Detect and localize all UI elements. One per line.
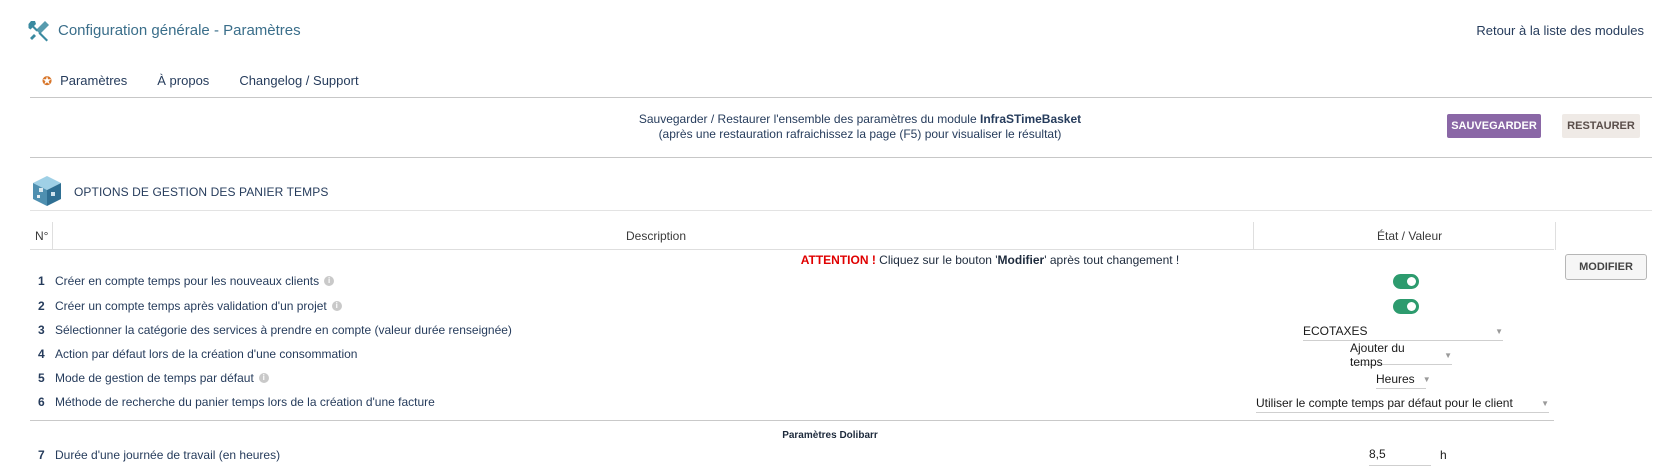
tab-label: À propos xyxy=(157,73,210,88)
restore-button[interactable]: RESTAURER xyxy=(1562,114,1640,138)
back-to-modules-link[interactable]: Retour à la liste des modules xyxy=(1476,23,1644,38)
column-separator xyxy=(1253,222,1254,250)
tools-icon xyxy=(28,20,50,42)
row-number: 3 xyxy=(38,323,45,337)
table-row: 5 Mode de gestion de temps par défaut i xyxy=(38,371,269,385)
divider xyxy=(30,97,1652,98)
attention-label: ATTENTION ! xyxy=(800,253,876,267)
row-label: Méthode de recherche du panier temps lor… xyxy=(55,395,435,409)
select-value: Ajouter du temps xyxy=(1350,341,1405,369)
row-number: 2 xyxy=(38,299,45,313)
work-day-hours-input[interactable]: 8,5 xyxy=(1369,447,1431,466)
select-value: ECOTAXES xyxy=(1303,324,1368,338)
table-row: 4 Action par défaut lors de la création … xyxy=(38,347,357,361)
chevron-down-icon: ▼ xyxy=(1541,398,1549,408)
tab-a-propos[interactable]: À propos xyxy=(157,73,209,88)
toggle-create-time-account-new-clients[interactable] xyxy=(1393,274,1419,289)
row-number: 5 xyxy=(38,371,45,385)
tab-changelog-support[interactable]: Changelog / Support xyxy=(239,73,358,88)
row-number: 6 xyxy=(38,395,45,409)
info-icon[interactable]: i xyxy=(331,301,342,311)
column-separator xyxy=(1555,222,1556,250)
toggle-create-time-account-project[interactable] xyxy=(1393,299,1419,314)
modify-button[interactable]: MODIFIER xyxy=(1565,254,1647,280)
row-number: 4 xyxy=(38,347,45,361)
attention-text: Cliquez sur le bouton ' xyxy=(875,253,998,267)
chevron-down-icon: ▼ xyxy=(1422,374,1431,384)
table-row: 1 Créer en compte temps pour les nouveau… xyxy=(38,274,335,288)
module-name: InfraSTimeBasket xyxy=(979,112,1082,126)
time-management-mode-select[interactable]: Heures ▼ xyxy=(1376,370,1431,389)
tab-parametres[interactable]: ✪ Paramètres xyxy=(42,73,127,88)
row-label: Durée d'une journée de travail (en heure… xyxy=(55,448,281,462)
attention-notice: ATTENTION ! Cliquez sur le bouton 'Modif… xyxy=(540,253,1440,267)
row-label: Créer en compte temps pour les nouveaux … xyxy=(55,274,320,288)
attention-strong: Modifier xyxy=(997,253,1045,267)
row-number: 7 xyxy=(38,448,45,462)
tab-label: Paramètres xyxy=(60,73,128,88)
info-icon[interactable]: i xyxy=(258,373,269,383)
invoice-time-basket-method-select[interactable]: Utiliser le compte temps par défaut pour… xyxy=(1256,394,1549,413)
divider xyxy=(30,249,1554,250)
divider xyxy=(30,420,1554,421)
unit-label: h xyxy=(1440,448,1447,462)
default-consumption-action-select[interactable]: Ajouter du temps ▼ xyxy=(1350,341,1452,369)
time-basket-cube-icon xyxy=(30,174,64,208)
tab-label: Changelog / Support xyxy=(239,73,359,88)
table-row: 2 Créer un compte temps après validation… xyxy=(38,299,342,313)
row-label: Mode de gestion de temps par défaut xyxy=(55,371,254,385)
divider xyxy=(30,157,1652,158)
backup-text-line2: (après une restauration rafraichissez la… xyxy=(658,127,1062,141)
table-row: 6 Méthode de recherche du panier temps l… xyxy=(38,395,435,409)
service-category-select[interactable]: ECOTAXES ▼ xyxy=(1303,322,1503,341)
column-header-description: Description xyxy=(626,229,687,243)
chevron-down-icon: ▼ xyxy=(1444,350,1452,360)
row-label: Sélectionner la catégorie des services à… xyxy=(55,323,512,337)
select-value: Utiliser le compte temps par défaut pour… xyxy=(1256,396,1513,410)
column-header-number: N° xyxy=(35,229,49,243)
page-title: Configuration générale - Paramètres xyxy=(58,22,301,39)
row-label: Créer un compte temps après validation d… xyxy=(55,299,327,313)
info-icon[interactable]: i xyxy=(324,276,335,286)
row-number: 1 xyxy=(38,274,45,288)
select-value: Heures xyxy=(1376,372,1415,386)
settings-icon: ✪ xyxy=(42,73,53,88)
save-button[interactable]: SAUVEGARDER xyxy=(1447,114,1541,138)
table-row: 3 Sélectionner la catégorie des services… xyxy=(38,323,512,337)
row-label: Action par défaut lors de la création d'… xyxy=(55,347,358,361)
table-row: 7 Durée d'une journée de travail (en heu… xyxy=(38,448,280,462)
attention-text: ' après tout changement ! xyxy=(1044,253,1180,267)
chevron-down-icon: ▼ xyxy=(1495,326,1503,336)
subheader-dolibarr: Paramètres Dolibarr xyxy=(782,430,878,441)
section-title: OPTIONS DE GESTION DES PANIER TEMPS xyxy=(74,185,329,199)
divider xyxy=(30,210,1652,211)
column-separator xyxy=(52,222,53,250)
column-header-value: État / Valeur xyxy=(1377,229,1443,243)
tab-bar: ✪ Paramètres À propos Changelog / Suppor… xyxy=(42,73,389,88)
backup-text-line1: Sauvegarder / Restaurer l'ensemble des p… xyxy=(638,112,980,126)
backup-description: Sauvegarder / Restaurer l'ensemble des p… xyxy=(420,112,1300,142)
